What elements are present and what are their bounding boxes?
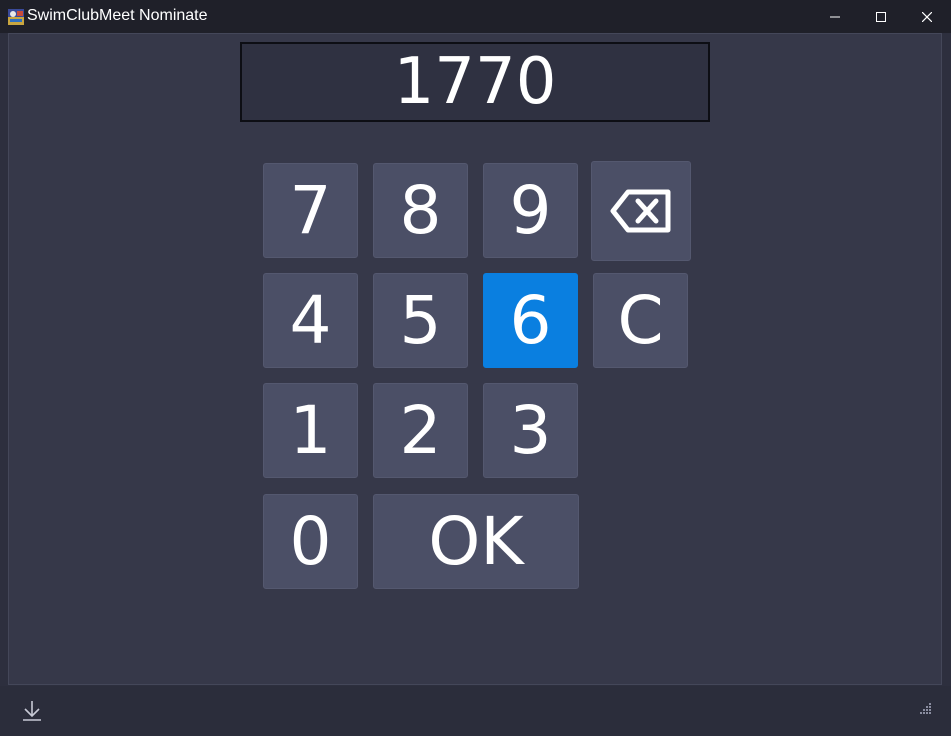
app-logo-icon xyxy=(8,9,24,25)
key-9[interactable]: 9 xyxy=(483,163,578,258)
app-window: SwimClubMeet Nominate 1770 7 8 9 4 5 6 C… xyxy=(0,0,951,736)
backspace-icon xyxy=(610,189,671,233)
key-4[interactable]: 4 xyxy=(263,273,358,368)
key-6[interactable]: 6 xyxy=(483,273,578,368)
number-display: 1770 xyxy=(240,42,710,122)
ok-button[interactable]: OK xyxy=(373,494,579,589)
close-icon xyxy=(922,11,932,22)
key-7[interactable]: 7 xyxy=(263,163,358,258)
key-2[interactable]: 2 xyxy=(373,383,468,478)
window-title: SwimClubMeet Nominate xyxy=(27,7,208,24)
key-0[interactable]: 0 xyxy=(263,494,358,589)
key-1[interactable]: 1 xyxy=(263,383,358,478)
minimize-icon xyxy=(830,16,840,17)
title-bar[interactable]: SwimClubMeet Nominate xyxy=(0,0,951,33)
resize-grip-icon[interactable] xyxy=(920,702,932,714)
status-bar xyxy=(0,686,951,736)
maximize-icon xyxy=(876,11,886,22)
download-icon[interactable] xyxy=(22,700,42,722)
clear-button[interactable]: C xyxy=(593,273,688,368)
key-5[interactable]: 5 xyxy=(373,273,468,368)
key-3[interactable]: 3 xyxy=(483,383,578,478)
key-8[interactable]: 8 xyxy=(373,163,468,258)
backspace-button[interactable] xyxy=(591,161,691,261)
close-button[interactable] xyxy=(904,0,950,33)
maximize-button[interactable] xyxy=(858,0,904,33)
minimize-button[interactable] xyxy=(812,0,858,33)
